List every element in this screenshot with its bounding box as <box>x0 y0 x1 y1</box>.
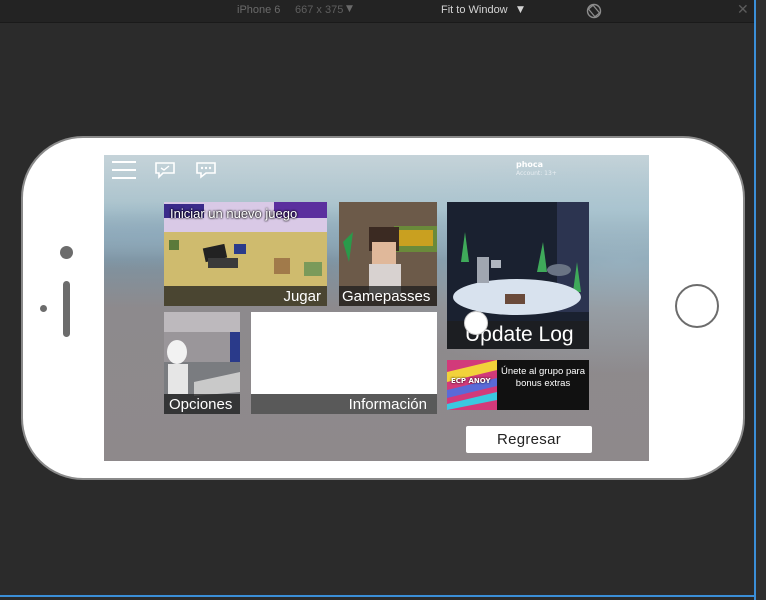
zoom-selector[interactable]: Fit to Window <box>441 4 508 16</box>
info-label: Información <box>348 396 427 413</box>
group-logo-text: ECP ANOY <box>451 377 491 385</box>
new-game-banner: Iniciar un nuevo juego <box>170 206 298 221</box>
device-dimensions: 667 x 375 <box>295 4 344 16</box>
back-button[interactable]: Regresar <box>466 426 592 453</box>
info-tile[interactable]: Información <box>251 312 437 414</box>
gamepasses-label: Gamepasses <box>342 288 431 305</box>
emulator-toolbar: iPhone 6 667 x 375 ▼ Fit to Window ▼ ✕ <box>0 0 756 23</box>
game-screen: phoca Account: 13+ Iniciar un nuevo jueg… <box>104 155 649 461</box>
rotate-icon[interactable] <box>586 3 602 19</box>
close-icon[interactable]: ✕ <box>737 2 749 18</box>
group-logo <box>447 360 497 410</box>
touch-cursor <box>464 311 488 335</box>
chevron-down-icon[interactable]: ▼ <box>346 4 353 14</box>
chat-icon[interactable] <box>195 161 217 179</box>
viewport-border <box>0 595 756 597</box>
side-panel <box>756 0 766 600</box>
account-age: Account: 13+ <box>516 170 557 177</box>
device-selector[interactable]: iPhone 6 <box>237 4 280 16</box>
user-info: phoca Account: 13+ <box>516 160 557 177</box>
play-label: Jugar <box>283 288 321 305</box>
group-promo-tile[interactable]: ECP ANOY Únete al grupo para bonus extra… <box>447 360 589 410</box>
home-button[interactable] <box>675 284 719 328</box>
update-log-tile[interactable]: Update Log <box>447 202 589 349</box>
username: phoca <box>516 160 544 169</box>
speaker-grill <box>63 281 70 337</box>
gamepasses-tile[interactable]: Gamepasses <box>339 202 437 306</box>
menu-icon[interactable] <box>112 161 136 179</box>
options-label: Opciones <box>169 396 233 413</box>
feedback-icon[interactable] <box>154 161 176 179</box>
play-tile[interactable]: Iniciar un nuevo juego Jugar <box>164 202 327 306</box>
camera-icon <box>60 246 73 259</box>
sensor-icon <box>40 305 47 312</box>
group-promo-text: Únete al grupo para bonus extras <box>501 366 585 389</box>
options-tile[interactable]: Opciones <box>164 312 240 414</box>
chevron-down-icon[interactable]: ▼ <box>517 5 524 15</box>
